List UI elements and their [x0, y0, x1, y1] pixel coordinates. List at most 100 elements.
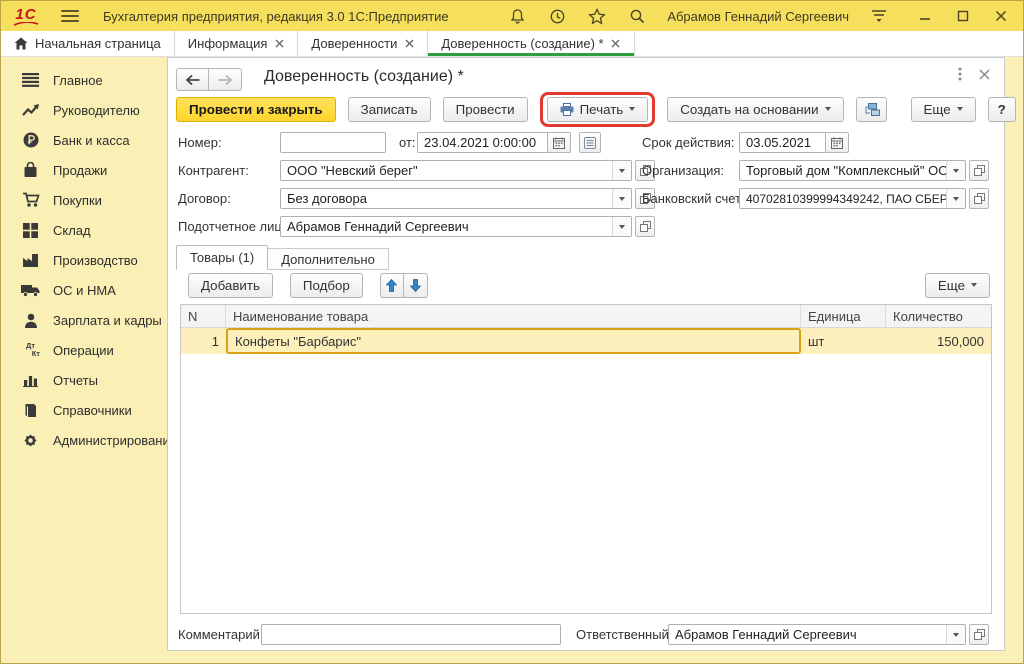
history-icon[interactable]	[547, 6, 567, 26]
organization-field[interactable]: Торговый дом "Комплексный" ООО	[739, 160, 966, 181]
sidebar-item-operations[interactable]: ДтКт Операции	[1, 335, 167, 365]
tab-additional[interactable]: Дополнительно	[268, 248, 389, 270]
date-value[interactable]: 23.04.2021 0:00:00	[417, 132, 547, 153]
number-input[interactable]	[280, 132, 386, 153]
maximize-button[interactable]	[953, 6, 973, 26]
col-header-unit[interactable]: Единица	[801, 305, 886, 327]
sidebar-item-manager[interactable]: Руководителю	[1, 95, 167, 125]
items-more-button[interactable]: Еще	[925, 273, 990, 298]
comment-label: Комментарий:	[178, 627, 264, 642]
document-list-button[interactable]	[579, 132, 601, 153]
print-button[interactable]: Печать	[547, 97, 649, 122]
calendar-icon[interactable]	[825, 132, 849, 153]
tab-close-icon[interactable]	[274, 37, 284, 51]
row-name-cell[interactable]: Конфеты "Барбарис"	[226, 328, 801, 354]
add-row-button[interactable]: Добавить	[188, 273, 273, 298]
save-button[interactable]: Записать	[348, 97, 431, 122]
accountable-field[interactable]: Абрамов Геннадий Сергеевич	[280, 216, 632, 237]
sidebar-item-warehouse[interactable]: Склад	[1, 215, 167, 245]
tab-attorney-list[interactable]: Доверенности	[298, 31, 428, 56]
arrow-down-icon	[410, 279, 421, 292]
logo-1c-text: 1С	[15, 7, 36, 22]
tab-close-icon[interactable]	[404, 37, 414, 51]
tab-home[interactable]: Начальная страница	[1, 31, 175, 56]
more-button[interactable]: Еще	[911, 97, 976, 122]
pick-button[interactable]: Подбор	[290, 273, 363, 298]
page-title: Доверенность (создание) *	[264, 68, 464, 86]
nav-back-button[interactable]	[176, 68, 209, 91]
row-unit-cell[interactable]: шт	[801, 328, 886, 354]
truck-icon	[21, 281, 40, 299]
calendar-icon[interactable]	[547, 132, 571, 153]
post-button[interactable]: Провести	[443, 97, 528, 122]
counterparty-field[interactable]: ООО "Невский берег"	[280, 160, 632, 181]
tab-close-icon[interactable]	[611, 37, 621, 51]
tab-attorney-create[interactable]: Доверенность (создание) *	[428, 31, 634, 56]
open-organization-button[interactable]	[969, 160, 989, 181]
trend-arrow-icon	[21, 101, 40, 119]
logo-swoosh	[13, 22, 39, 26]
responsible-field[interactable]: Абрамов Геннадий Сергеевич	[668, 624, 966, 645]
open-accountable-button[interactable]	[635, 216, 655, 237]
row-qty-cell[interactable]: 150,000	[886, 328, 991, 354]
col-header-qty[interactable]: Количество	[886, 305, 991, 327]
main-menu-icon[interactable]	[61, 10, 79, 22]
validity-field[interactable]: 03.05.2021	[739, 132, 849, 153]
sidebar-item-bank-cash[interactable]: Банк и касса	[1, 125, 167, 155]
bank-account-field[interactable]: 40702810399994349242, ПАО СБЕРБАНК	[739, 188, 966, 209]
sidebar-item-fixed-assets[interactable]: ОС и НМА	[1, 275, 167, 305]
dropdown-button[interactable]	[946, 625, 965, 644]
sidebar-item-sales[interactable]: Продажи	[1, 155, 167, 185]
date-field[interactable]: 23.04.2021 0:00:00	[417, 132, 571, 153]
close-window-button[interactable]	[991, 6, 1011, 26]
help-button[interactable]: ?	[988, 97, 1016, 122]
contract-field[interactable]: Без договора	[280, 188, 632, 209]
dropdown-button[interactable]	[946, 189, 965, 208]
col-header-name[interactable]: Наименование товара	[226, 305, 801, 327]
sidebar-item-purchases[interactable]: Покупки	[1, 185, 167, 215]
post-and-close-button[interactable]: Провести и закрыть	[176, 97, 336, 122]
dropdown-caret-icon	[957, 107, 963, 111]
logo-1c-icon[interactable]: 1С	[13, 7, 39, 26]
move-down-button[interactable]	[404, 273, 428, 298]
current-user[interactable]: Абрамов Геннадий Сергеевич	[667, 9, 849, 24]
notifications-bell-icon[interactable]	[507, 6, 527, 26]
minimize-button[interactable]	[915, 6, 935, 26]
form-menu-dots-icon[interactable]	[952, 65, 968, 83]
dropdown-button[interactable]	[946, 161, 965, 180]
sidebar-item-salary-hr[interactable]: Зарплата и кадры	[1, 305, 167, 335]
form-close-icon[interactable]	[976, 65, 992, 83]
contract-label: Договор:	[178, 191, 231, 206]
search-icon[interactable]	[627, 6, 647, 26]
sidebar-item-administration[interactable]: Администрирование	[1, 425, 167, 455]
related-documents-button[interactable]	[856, 97, 887, 122]
open-responsible-button[interactable]	[969, 624, 989, 645]
sidebar-item-directories[interactable]: Справочники	[1, 395, 167, 425]
create-based-on-button[interactable]: Создать на основании	[667, 97, 843, 122]
sidebar-item-label: Главное	[53, 73, 103, 88]
dropdown-button[interactable]	[612, 189, 631, 208]
sidebar-item-production[interactable]: Производство	[1, 245, 167, 275]
move-up-button[interactable]	[380, 273, 404, 298]
sidebar-item-label: Зарплата и кадры	[53, 313, 162, 328]
sidebar-item-reports[interactable]: Отчеты	[1, 365, 167, 395]
row-number-cell[interactable]: 1	[181, 328, 226, 354]
col-header-n[interactable]: N	[181, 305, 226, 327]
items-command-bar: Добавить Подбор Еще	[188, 272, 990, 298]
open-windows-tabbar: Начальная страница Информация Довереннос…	[1, 31, 1023, 57]
comment-input[interactable]	[261, 624, 561, 645]
table-row[interactable]: 1 Конфеты "Барбарис" шт 150,000	[181, 328, 991, 354]
window-title: Бухгалтерия предприятия, редакция 3.0 1С…	[103, 9, 449, 24]
person-icon	[21, 311, 40, 329]
tab-information[interactable]: Информация	[175, 31, 299, 56]
dropdown-button[interactable]	[612, 217, 631, 236]
sidebar-item-label: Склад	[53, 223, 91, 238]
service-settings-icon[interactable]	[869, 6, 889, 26]
sidebar-item-main[interactable]: Главное	[1, 65, 167, 95]
favorites-star-icon[interactable]	[587, 6, 607, 26]
tab-goods[interactable]: Товары (1)	[176, 245, 268, 270]
nav-forward-button[interactable]	[209, 68, 242, 91]
dropdown-button[interactable]	[612, 161, 631, 180]
open-bank-account-button[interactable]	[969, 188, 989, 209]
validity-value[interactable]: 03.05.2021	[739, 132, 825, 153]
